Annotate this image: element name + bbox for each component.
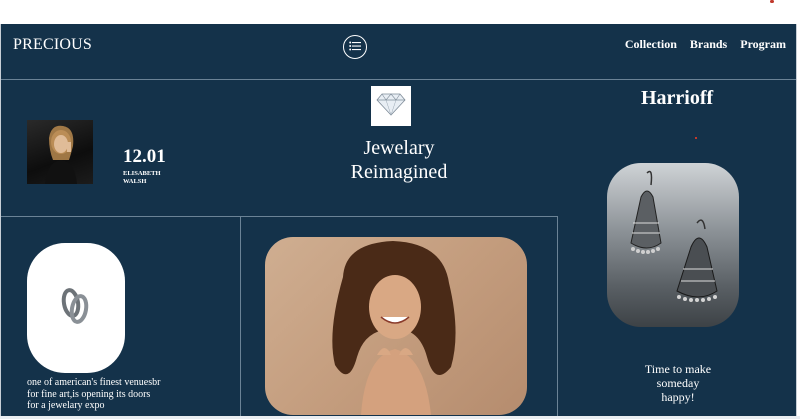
brand-heading: Harrioff [641, 87, 714, 109]
nav-link-brands[interactable]: Brands [690, 37, 727, 52]
earring-image [607, 163, 739, 327]
stat-name-line2: WALSH [123, 178, 147, 185]
nav-link-program[interactable]: Program [740, 37, 786, 52]
nav-links: Collection Brands Program [625, 37, 786, 52]
earring-caption-line1: Time to make [644, 362, 712, 376]
portrait-image [27, 120, 93, 184]
hero-title: Jewelary Reimagined [319, 136, 479, 184]
decorative-dot [695, 137, 697, 139]
vertical-divider-right [557, 216, 558, 417]
horizontal-divider [1, 216, 558, 217]
vertical-divider-left [240, 216, 241, 417]
earring-caption: Time to make someday happy! [633, 362, 723, 404]
ring-caption-line3: for a jewelary expo [27, 400, 105, 411]
menu-icon [349, 38, 361, 56]
nav-link-collection[interactable]: Collection [625, 37, 677, 52]
navbar: PRECIOUS Collection Brands Program [1, 24, 796, 80]
ring-caption-line1: one of american's finest venuesbr [27, 377, 161, 388]
earring-caption-line3: happy! [661, 390, 695, 404]
hero-title-line1: Jewelary [363, 137, 435, 159]
hero-title-line2: Reimagined [350, 161, 448, 183]
earring-caption-line2: someday [656, 376, 700, 390]
stat-number: 12.01 [123, 146, 166, 167]
stat-name-line1: ELISABETH [123, 170, 161, 177]
menu-button[interactable] [343, 35, 367, 59]
woman-photo [265, 237, 527, 415]
ring-image [27, 243, 125, 373]
page: PRECIOUS Collection Brands Program Jewel… [0, 24, 797, 417]
ring-caption-line2: for fine art,is opening its doors [27, 388, 151, 400]
ring-caption: one of american's finest venuesbr for fi… [27, 377, 227, 412]
top-strip [0, 0, 800, 24]
notification-dot [770, 0, 774, 3]
diamond-icon [376, 92, 406, 121]
ring-icon [56, 283, 96, 334]
brand-logo[interactable]: PRECIOUS [13, 36, 92, 54]
stat-name: ELISABETH WALSH [123, 170, 183, 186]
diamond-image [371, 86, 411, 126]
